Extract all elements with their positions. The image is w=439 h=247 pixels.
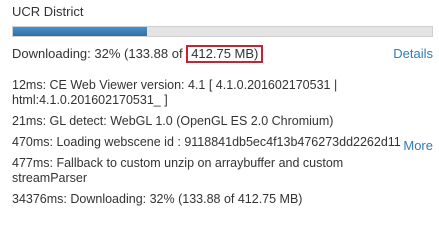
log-entry: 470ms: Loading webscene id : 9118841db5e… (12, 135, 401, 149)
log-list: 12ms: CE Web Viewer version: 4.1 [ 4.1.0… (12, 78, 404, 213)
log-entry: 477ms: Fallback to custom unzip on array… (12, 156, 344, 185)
log-entry: 21ms: GL detect: WebGL 1.0 (OpenGL ES 2.… (12, 114, 334, 128)
details-link[interactable]: Details (393, 46, 433, 62)
download-panel: UCR District Downloading: 32% (133.88 of… (0, 0, 439, 247)
download-progress-bar (12, 26, 433, 37)
log-entry: 12ms: CE Web Viewer version: 4.1 [ 4.1.0… (12, 78, 338, 107)
more-link[interactable]: More (403, 138, 433, 154)
download-status-text: Downloading: 32% (133.88 of (12, 46, 187, 61)
download-progress-fill (13, 27, 148, 36)
download-size-highlight: 412.75 MB) (186, 45, 264, 63)
scene-title: UCR District (12, 4, 84, 19)
download-status: Downloading: 32% (133.88 of 412.75 MB) (12, 45, 264, 63)
log-entry: 34376ms: Downloading: 32% (133.88 of 412… (12, 192, 303, 206)
